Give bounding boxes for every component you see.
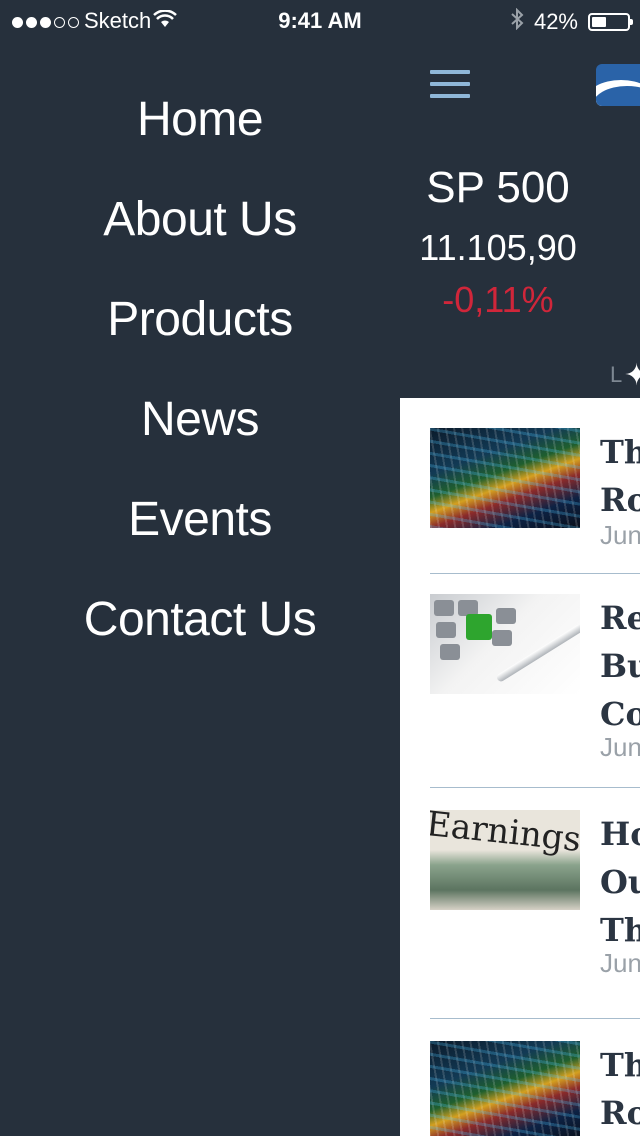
- menu-item-events[interactable]: Events: [0, 470, 400, 570]
- ticker-value: 11.105,90: [419, 227, 577, 268]
- content-header: SP 500 11.105,90 -0,11% L ✦: [400, 40, 640, 398]
- article-thumbnail-stock-image: [430, 1041, 580, 1136]
- article-title: Th Ro: [600, 1046, 640, 1132]
- status-right: 42%: [510, 7, 633, 36]
- menu-item-about-us[interactable]: About Us: [0, 170, 400, 270]
- status-bar: Sketch 9:41 AM 42%: [0, 0, 640, 40]
- bluetooth-icon: [510, 7, 524, 36]
- article-date: June: [600, 520, 640, 550]
- menu-item-contact-us[interactable]: Contact Us: [0, 570, 400, 670]
- article-list: Th Ro June Re Bu Co June Earnings Ho: [400, 398, 640, 1136]
- article-date: June: [600, 732, 640, 762]
- article-thumbnail-earnings-image: Earnings: [430, 810, 580, 910]
- article-thumbnail-stock-image: [430, 428, 580, 528]
- article-title: Re Bu Co: [600, 599, 640, 733]
- stock-ticker[interactable]: SP 500 11.105,90 -0,11%: [400, 160, 596, 330]
- ticker-name: SP 500: [426, 163, 570, 212]
- article-title: Th Ro: [600, 433, 640, 519]
- menu-item-products[interactable]: Products: [0, 270, 400, 370]
- article-title: Ho Ou Th: [600, 815, 640, 949]
- battery-icon: [588, 13, 633, 31]
- ticker-change: -0,11%: [442, 279, 554, 320]
- side-menu: Home About Us Products News Events Conta…: [0, 70, 400, 670]
- divider: [430, 787, 640, 788]
- brand-logo: [596, 64, 640, 106]
- article-thumbnail-calculator-image: [430, 594, 580, 694]
- battery-percentage: 42%: [533, 9, 578, 34]
- menu-item-news[interactable]: News: [0, 370, 400, 470]
- divider: [430, 1018, 640, 1019]
- cut-off-label: L: [610, 362, 623, 387]
- cursor-icon: ✦: [624, 359, 640, 392]
- article-date: June: [600, 948, 640, 978]
- divider: [430, 573, 640, 574]
- hamburger-menu-icon[interactable]: [430, 70, 470, 100]
- menu-item-home[interactable]: Home: [0, 70, 400, 170]
